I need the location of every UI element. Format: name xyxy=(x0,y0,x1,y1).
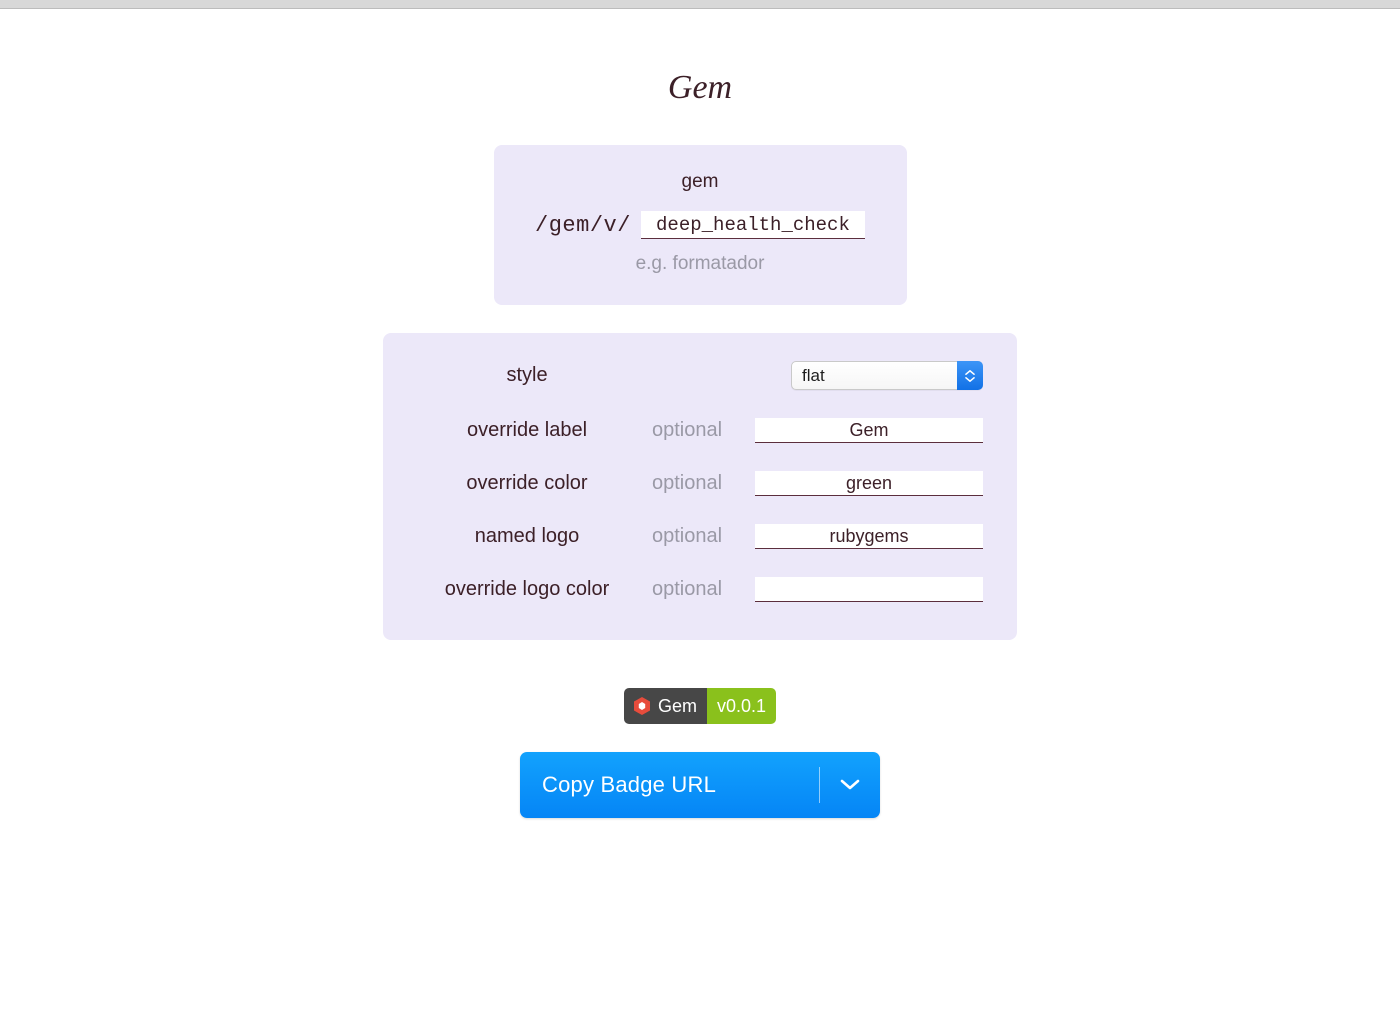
rubygems-icon xyxy=(632,696,652,716)
path-row: /gem/v/ xyxy=(535,211,865,239)
window-top-bar xyxy=(0,0,1400,9)
style-select-wrap[interactable]: flat xyxy=(791,361,983,390)
label-override-logo-color: override logo color xyxy=(417,578,637,601)
copy-badge-url-button[interactable]: Copy Badge URL xyxy=(520,752,880,818)
optional-override-label: optional xyxy=(637,419,737,442)
option-row-override-logo-color: override logo color optional xyxy=(417,577,983,602)
page-title: Gem xyxy=(668,69,732,107)
option-row-override-label: override label optional xyxy=(417,418,983,443)
named-logo-input[interactable] xyxy=(755,524,983,549)
path-panel: gem /gem/v/ e.g. formatador xyxy=(494,145,907,305)
param-title-gem: gem xyxy=(682,171,719,193)
option-row-named-logo: named logo optional xyxy=(417,524,983,549)
label-named-logo: named logo xyxy=(417,525,637,548)
gem-name-input[interactable] xyxy=(641,211,865,239)
path-prefix: /gem/v/ xyxy=(535,213,631,238)
gem-name-hint: e.g. formatador xyxy=(636,253,765,275)
label-style: style xyxy=(417,364,637,387)
optional-named-logo: optional xyxy=(637,525,737,548)
copy-button-label: Copy Badge URL xyxy=(520,772,819,798)
option-row-style: style flat xyxy=(417,361,983,390)
badge-preview: Gem v0.0.1 xyxy=(624,688,776,724)
badge-right: v0.0.1 xyxy=(707,688,776,724)
main-container: Gem gem /gem/v/ e.g. formatador style fl… xyxy=(0,9,1400,818)
chevron-down-icon[interactable] xyxy=(820,779,880,791)
override-color-input[interactable] xyxy=(755,471,983,496)
label-override-color: override color xyxy=(417,472,637,495)
option-row-override-color: override color optional xyxy=(417,471,983,496)
style-select[interactable]: flat xyxy=(791,361,983,390)
badge-value: v0.0.1 xyxy=(717,696,766,717)
badge-left: Gem xyxy=(624,688,707,724)
override-logo-color-input[interactable] xyxy=(755,577,983,602)
label-override-label: override label xyxy=(417,419,637,442)
options-panel: style flat override label xyxy=(383,333,1017,640)
badge-label: Gem xyxy=(658,696,697,717)
optional-override-logo-color: optional xyxy=(637,578,737,601)
override-label-input[interactable] xyxy=(755,418,983,443)
optional-override-color: optional xyxy=(637,472,737,495)
